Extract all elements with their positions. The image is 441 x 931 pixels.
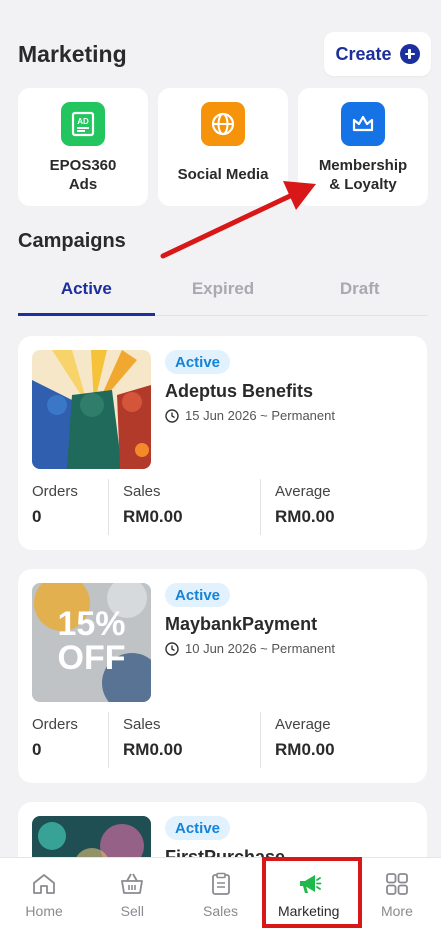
plus-circle-icon [399,44,420,64]
stat-orders: Orders 0 [32,712,108,768]
home-icon [33,873,55,894]
campaign-tabs: Active Expired Draft [18,262,428,316]
stat-label: Orders [32,716,78,733]
stat-value: 0 [32,507,42,526]
tile-label: Membership & Loyalty [318,157,408,193]
campaign-thumbnail [32,816,151,862]
clipboard-icon [211,872,230,895]
nav-more[interactable]: More [353,858,441,931]
stat-label: Average [275,483,331,500]
campaign-date: 10 Jun 2026 ~ Permanent [165,641,335,656]
nav-marketing[interactable]: Marketing [265,858,353,931]
tab-draft[interactable]: Draft [291,262,428,315]
status-badge: Active [165,583,231,607]
stat-sales: Sales RM0.00 [108,712,260,768]
campaign-thumbnail [32,350,151,469]
megaphone-icon [299,874,322,893]
stat-value: 0 [32,740,42,759]
campaign-date: 15 Jun 2026 ~ Permanent [165,408,335,423]
stat-average: Average RM0.00 [260,712,413,768]
nav-label: More [380,902,413,919]
campaign-name: Adeptus Benefits [165,381,314,401]
campaign-stats: Orders 0 Sales RM0.00 Average RM0.00 [32,712,413,768]
stat-value: RM0.00 [275,740,335,759]
stat-average: Average RM0.00 [260,479,413,535]
tab-expired[interactable]: Expired [155,262,292,315]
create-label: Create [335,43,392,64]
clock-icon [165,641,179,656]
tile-membership-loyalty[interactable]: Membership & Loyalty [298,88,428,206]
stat-value: RM0.00 [123,507,183,526]
stat-label: Sales [123,483,161,500]
campaign-card[interactable]: Active Adeptus Benefits 15 Jun 2026 ~ Pe… [18,336,427,550]
thumbnail-text: 15% OFF [57,605,126,677]
campaign-card[interactable]: Active FirstPurchase [18,802,427,862]
marketing-tiles: AD EPOS360 Ads Social Media Membership &… [18,88,428,206]
basket-icon [121,873,144,894]
stat-value: RM0.00 [275,507,335,526]
nav-sell[interactable]: Sell [88,858,176,931]
stat-label: Sales [123,716,161,733]
tile-label: EPOS360 Ads [49,157,117,193]
status-badge: Active [165,350,231,374]
campaign-date-text: 15 Jun 2026 ~ Permanent [185,408,335,423]
bottom-nav: Home Sell Sales Marketing More [0,857,441,931]
ad-icon: AD [61,102,105,146]
nav-label: Sell [120,902,144,919]
campaign-stats: Orders 0 Sales RM0.00 Average RM0.00 [32,479,413,535]
create-button[interactable]: Create [324,32,431,76]
tab-active[interactable]: Active [18,262,155,316]
globe-icon [201,102,245,146]
stat-label: Orders [32,483,78,500]
tile-epos360-ads[interactable]: AD EPOS360 Ads [18,88,148,206]
campaign-thumbnail: 15% OFF [32,583,151,702]
nav-home[interactable]: Home [0,858,88,931]
nav-sales[interactable]: Sales [176,858,264,931]
page-title: Marketing [18,40,127,67]
nav-label: Marketing [277,902,340,919]
clock-icon [165,408,179,423]
svg-text:AD: AD [77,117,89,126]
nav-label: Home [25,902,63,919]
crown-icon [341,102,385,146]
tile-label: Social Media [177,166,269,183]
nav-label: Sales [202,902,239,919]
tile-social-media[interactable]: Social Media [158,88,288,206]
status-badge: Active [165,816,231,840]
campaign-name: MaybankPayment [165,614,318,634]
campaign-card[interactable]: 15% OFF Active MaybankPayment 10 Jun 202… [18,569,427,783]
stat-sales: Sales RM0.00 [108,479,260,535]
stat-value: RM0.00 [123,740,183,759]
stat-label: Average [275,716,331,733]
header: Marketing Create [18,32,431,76]
stat-orders: Orders 0 [32,479,108,535]
campaigns-title: Campaigns [18,230,126,252]
grid-icon [386,872,408,895]
campaign-date-text: 10 Jun 2026 ~ Permanent [185,641,335,656]
